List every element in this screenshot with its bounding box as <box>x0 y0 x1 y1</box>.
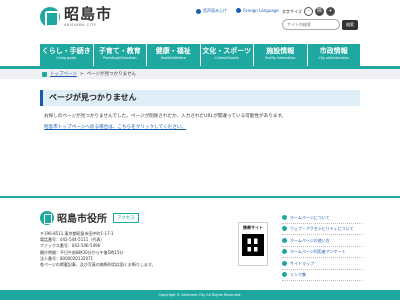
arrow-icon <box>282 249 287 255</box>
footer-link-survey[interactable]: ホームページ利用者アンケート <box>282 247 362 258</box>
nav-item-city-admin[interactable]: 市政情報 City administration <box>307 44 360 66</box>
site-logo[interactable]: 昭島市 AKISHIMA CITY <box>40 7 112 27</box>
arrow-icon <box>282 226 287 232</box>
arrow-icon <box>282 214 287 220</box>
font-size-control: 文字サイズ - 標 + <box>282 7 335 16</box>
city-emblem-icon <box>40 210 54 225</box>
city-emblem-icon <box>40 7 60 27</box>
logo-title: 昭島市 <box>64 5 113 23</box>
foreign-language-link[interactable]: Foreign Language <box>236 8 279 13</box>
nav-item-health[interactable]: 健康・福祉 Health&Welfare <box>147 44 200 66</box>
site-search: 検索 <box>282 19 358 30</box>
global-nav: くらし・手続き Living guide 子育て・教育 Parenting&Ed… <box>40 44 360 66</box>
footer-office-name: 昭島市役所 <box>57 214 107 225</box>
font-size-standard-button[interactable]: 標 <box>314 7 324 16</box>
speaker-icon <box>196 8 201 14</box>
footer-link-sitemap[interactable]: サイトマップ <box>282 258 362 270</box>
qr-code-icon <box>242 234 264 256</box>
copyright: Copyright © Akishima City All Rights Res… <box>0 290 400 300</box>
nav-item-facility[interactable]: 施設情報 Facility information <box>254 44 307 66</box>
voice-reader-link[interactable]: 音声読み上げ <box>196 8 227 14</box>
breadcrumb-home-link[interactable]: トップページ <box>50 71 77 77</box>
logo-subtitle: AKISHIMA CITY <box>64 23 97 27</box>
footer-link-links[interactable]: リンク集 <box>282 270 362 281</box>
home-icon <box>42 71 47 77</box>
search-button[interactable]: 検索 <box>342 19 358 30</box>
return-top-link[interactable]: 昭島市トップページへ戻る場合は、こちらをクリックしてください。 <box>44 124 186 130</box>
footer-logo: 昭島市役所 アクセス <box>40 210 139 225</box>
search-input[interactable] <box>282 19 340 30</box>
nav-item-living[interactable]: くらし・手続き Living guide <box>40 44 93 66</box>
nav-item-parenting[interactable]: 子育て・教育 Parenting&Education <box>93 44 146 66</box>
not-found-message: お探しのページが見つかりませんでした。ページが削除されたか、入力されたURLが間… <box>44 114 287 119</box>
arrow-icon <box>282 260 287 266</box>
qr-label: 携帯サイト <box>243 225 263 230</box>
mobile-site-qr: 携帯サイト <box>238 222 268 266</box>
footer-notice: 各ページの掲載記事、及び写真の無断利用は固くお断りします。 <box>40 262 156 268</box>
nav-item-culture[interactable]: 文化・スポーツ Culture&Sports <box>200 44 253 66</box>
breadcrumb-separator: > <box>79 71 84 77</box>
font-size-label: 文字サイズ <box>282 8 302 14</box>
footer-link-accessibility[interactable]: ウェブ・アクセシビリティについて <box>282 224 362 235</box>
font-size-small-button[interactable]: - <box>303 7 313 16</box>
page-title: ページが見つかりません <box>40 90 360 106</box>
footer-link-howto[interactable]: ホームページの使い方 <box>282 235 362 247</box>
site-header: 昭島市 AKISHIMA CITY 音声読み上げ Foreign Languag… <box>0 0 400 40</box>
footer-address-block: 〒196-8511 東京都昭島市田中町1-17-1 電話番号：042-544-5… <box>40 231 156 268</box>
globe-icon <box>236 8 241 13</box>
footer-link-about[interactable]: ホームページについて <box>282 212 362 224</box>
arrow-icon <box>282 237 287 243</box>
breadcrumb: トップページ > ページが見つかりません <box>0 69 400 79</box>
font-size-large-button[interactable]: + <box>325 7 335 16</box>
arrow-icon <box>282 272 287 278</box>
access-button[interactable]: アクセス <box>113 212 139 223</box>
footer-links: ホームページについて ウェブ・アクセシビリティについて ホームページの使い方 ホ… <box>282 212 362 281</box>
breadcrumb-current: ページが見つかりません <box>86 72 136 77</box>
